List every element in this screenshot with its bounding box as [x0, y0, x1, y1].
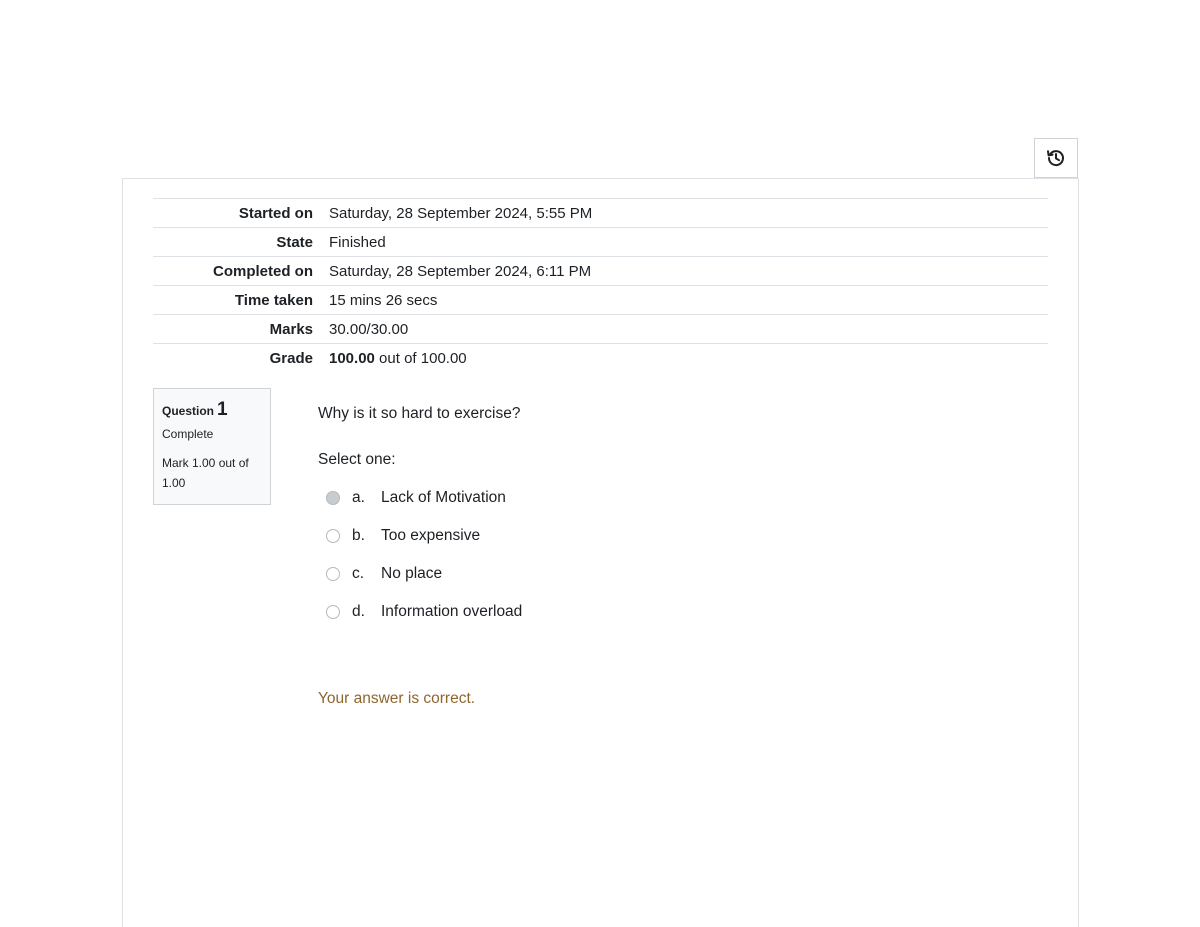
answer-prompt: Select one: [318, 451, 396, 468]
question-text: Why is it so hard to exercise? [318, 405, 521, 422]
quiz-review-page: Started on Saturday, 28 September 2024, … [0, 0, 1200, 927]
question-state: Complete [162, 427, 214, 441]
answer-text: Information overload [381, 603, 523, 620]
question-info-box: Question 1 Complete Mark 1.00 out of 1.00 [153, 388, 271, 505]
grade-score: 100.00 [329, 349, 375, 367]
question-number-value: 1 [217, 399, 228, 420]
history-icon [1047, 150, 1064, 167]
summary-label: Marks [269, 320, 313, 338]
summary-value: Finished [329, 233, 386, 251]
summary-label: Completed on [213, 262, 313, 280]
answer-letter: d. [352, 603, 365, 620]
summary-label: Grade [269, 349, 313, 367]
summary-value: Saturday, 28 September 2024, 6:11 PM [329, 262, 592, 280]
summary-row-grade: Grade 100.00 out of 100.00 [153, 343, 1048, 373]
answer-option-b[interactable]: b. Too expensive [326, 524, 522, 548]
summary-value: 30.00/30.00 [329, 320, 409, 338]
radio-selected[interactable] [326, 491, 340, 505]
answer-letter: c. [352, 565, 365, 582]
summary-label: Started on [238, 204, 313, 222]
answer-letter: b. [352, 527, 365, 544]
answer-options: a. Lack of Motivation b. Too expensive c… [326, 486, 522, 638]
radio-unselected[interactable] [326, 529, 340, 543]
answer-text: Too expensive [381, 527, 481, 544]
summary-value: 15 mins 26 secs [329, 291, 438, 309]
question-number: Question 1 [162, 399, 262, 421]
answer-feedback: Your answer is correct. [318, 690, 476, 707]
answer-option-a[interactable]: a. Lack of Motivation [326, 486, 522, 510]
summary-label: State [276, 233, 313, 251]
summary-row-marks: Marks 30.00/30.00 [153, 314, 1048, 344]
answer-option-c[interactable]: c. No place [326, 562, 522, 586]
summary-row-started: Started on Saturday, 28 September 2024, … [153, 198, 1048, 228]
answer-text: No place [381, 565, 443, 582]
radio-unselected[interactable] [326, 605, 340, 619]
summary-row-completed: Completed on Saturday, 28 September 2024… [153, 256, 1048, 286]
question-mark: Mark 1.00 out of 1.00 [162, 456, 249, 490]
summary-value: Saturday, 28 September 2024, 5:55 PM [329, 204, 593, 222]
summary-row-state: State Finished [153, 227, 1048, 257]
summary-row-time-taken: Time taken 15 mins 26 secs [153, 285, 1048, 315]
summary-label: Time taken [234, 291, 313, 309]
history-button[interactable] [1034, 138, 1078, 178]
attempt-summary-table: Started on Saturday, 28 September 2024, … [153, 198, 1048, 372]
radio-unselected[interactable] [326, 567, 340, 581]
question-label: Question [162, 404, 215, 418]
summary-value: 100.00 out of 100.00 [321, 344, 1048, 373]
answer-text: Lack of Motivation [381, 489, 506, 506]
grade-out-of: out of 100.00 [374, 349, 467, 367]
answer-letter: a. [352, 489, 365, 506]
answer-option-d[interactable]: d. Information overload [326, 600, 522, 624]
